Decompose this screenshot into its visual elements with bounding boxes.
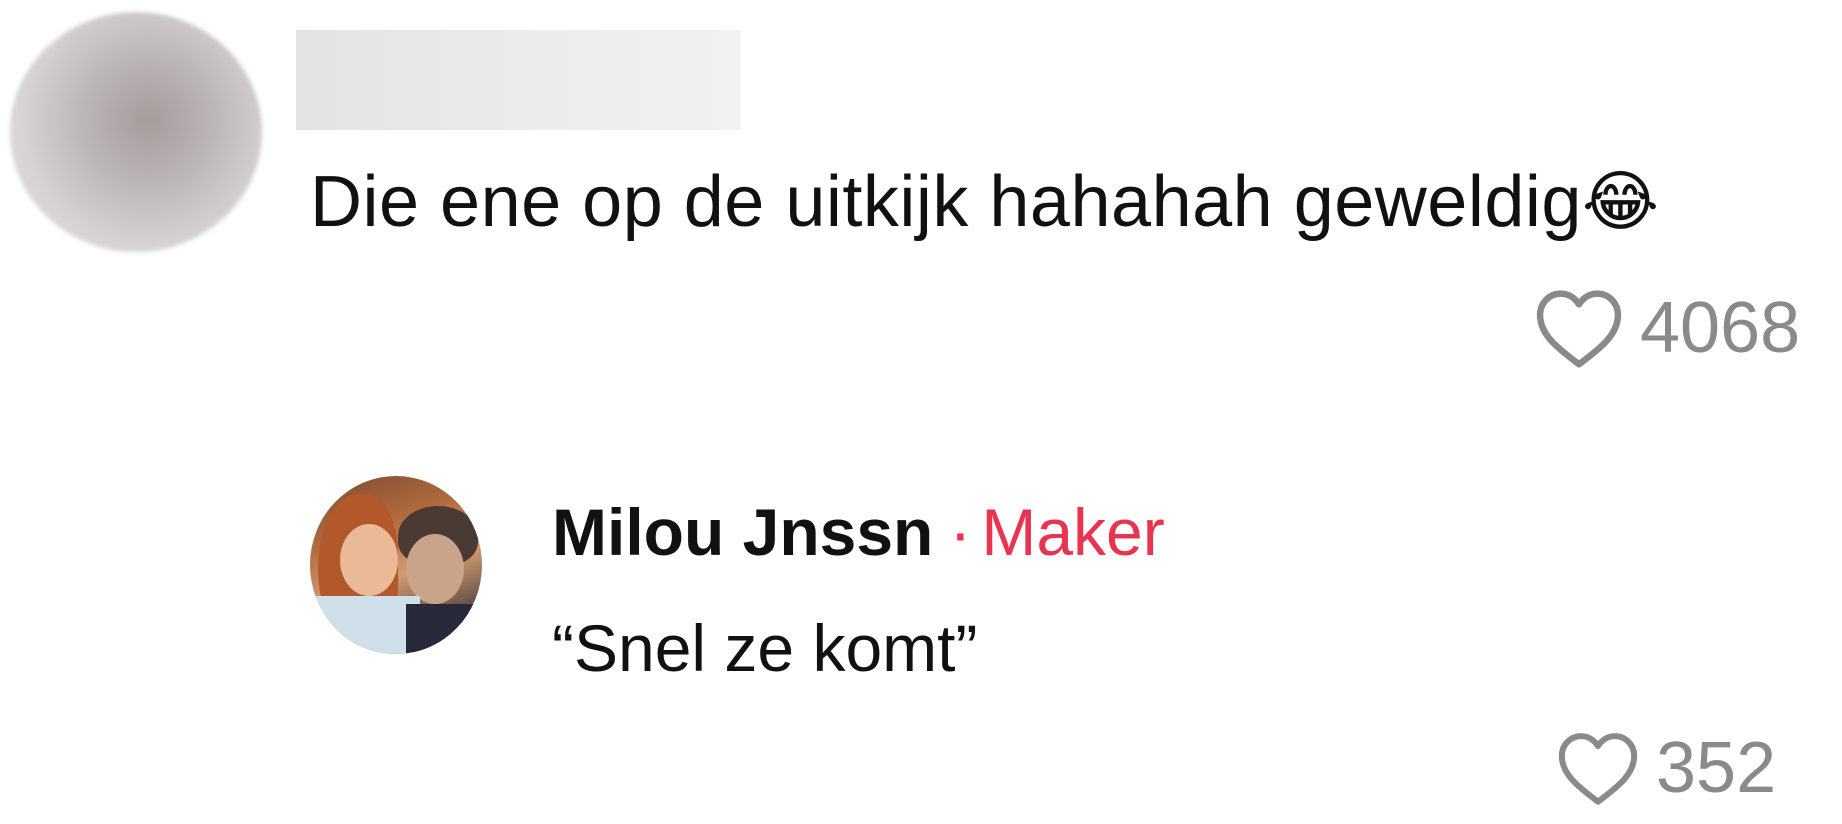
like-button[interactable]: 4068 xyxy=(1532,286,1800,370)
laughing-emoji-icon: 😂 xyxy=(1581,163,1660,240)
comment-text-body: Die ene op de uitkijk hahahah geweldig xyxy=(310,162,1582,242)
username-blurred[interactable] xyxy=(296,30,740,130)
avatar-blurred[interactable] xyxy=(10,12,262,252)
heart-outline-icon xyxy=(1558,733,1638,805)
heart-outline-icon xyxy=(1536,290,1622,368)
like-count: 352 xyxy=(1656,728,1777,808)
separator-dot: · xyxy=(949,495,972,569)
reply-text: “Snel ze komt” xyxy=(552,611,978,685)
reply-header: Milou Jnssn · Maker xyxy=(552,492,1165,572)
author-name[interactable]: Milou Jnssn xyxy=(552,495,933,569)
like-button[interactable]: 352 xyxy=(1554,728,1776,808)
like-count: 4068 xyxy=(1640,288,1801,368)
maker-badge: Maker xyxy=(981,495,1165,569)
comment-text: Die ene op de uitkijk hahahah geweldig😂 xyxy=(310,160,1660,244)
avatar[interactable] xyxy=(310,476,482,654)
